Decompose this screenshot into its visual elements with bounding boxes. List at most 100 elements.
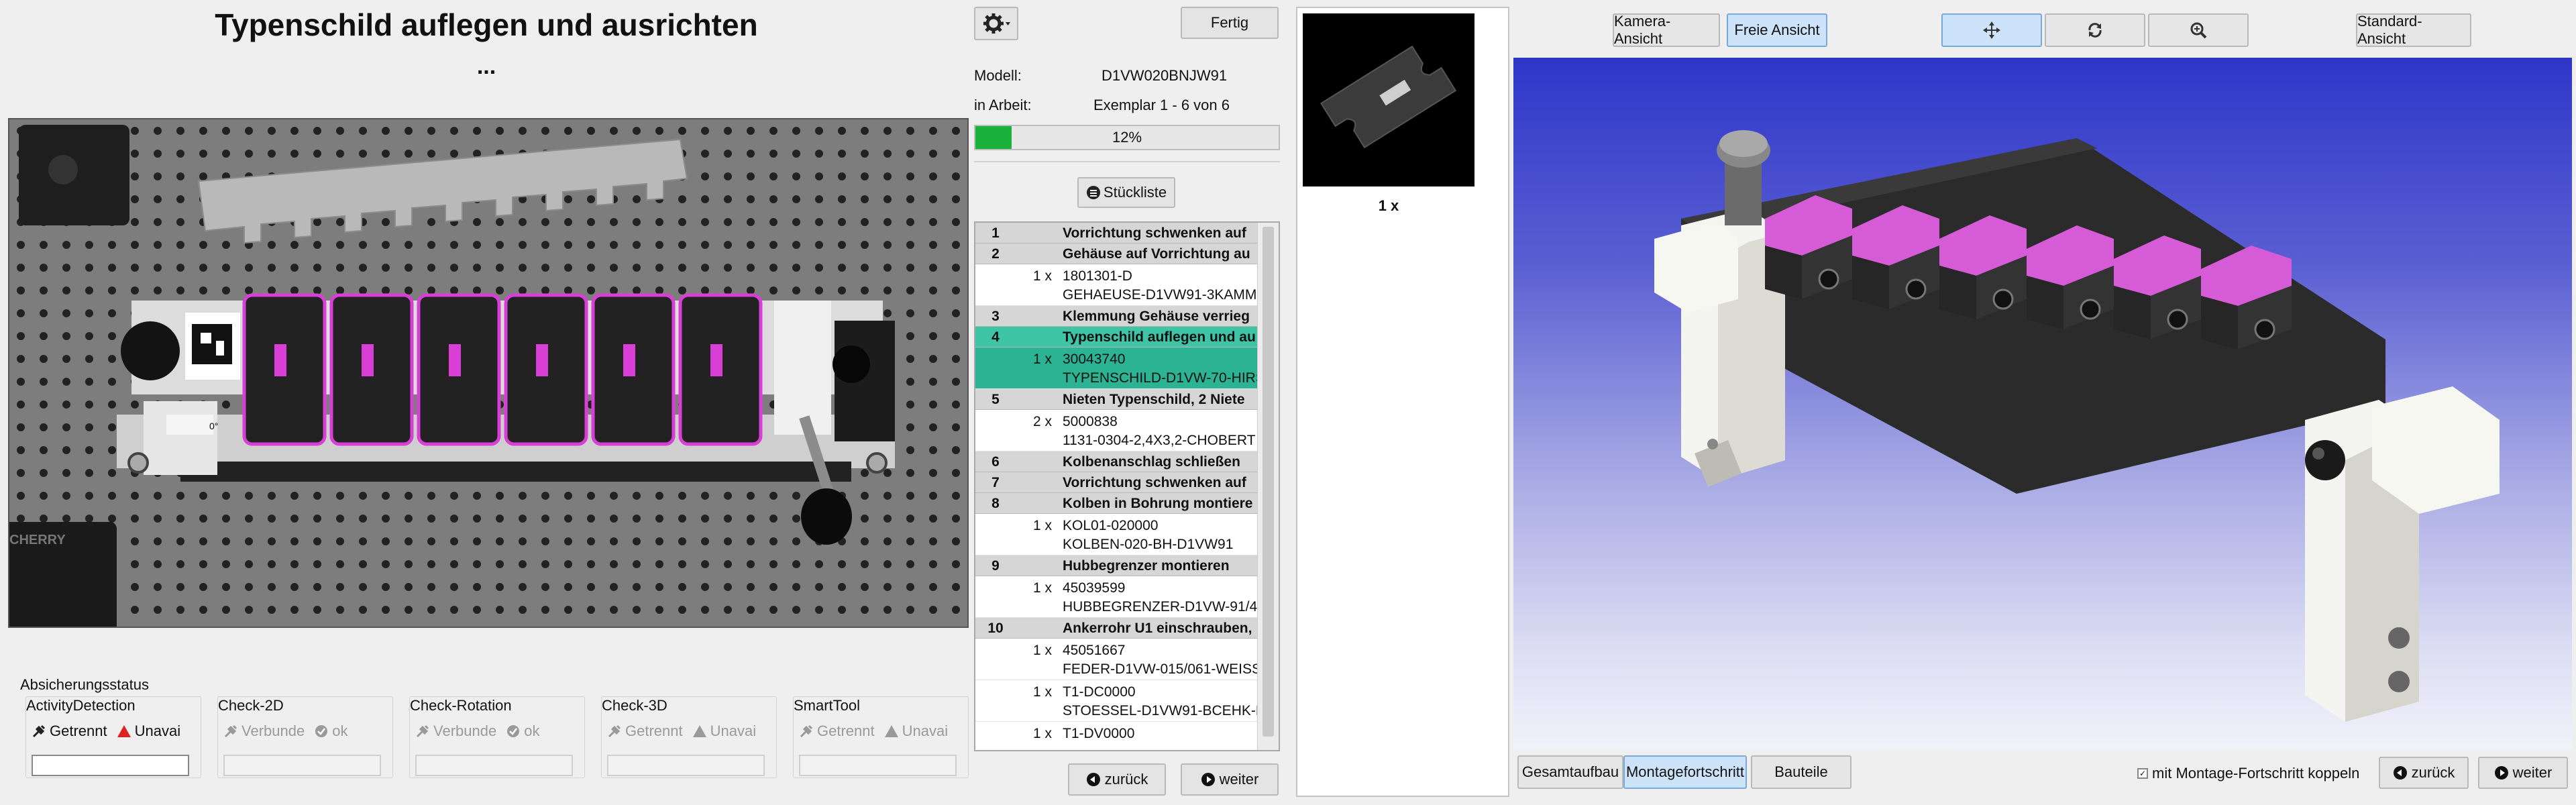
step-title: Klemmung Gehäuse verrieg bbox=[1063, 309, 1250, 324]
step-header[interactable]: 8 Kolben in Bohrung montiere bbox=[975, 493, 1257, 514]
step-part-item[interactable]: 1 x 45039599 HUBBEGRENZER-D1VW-91/4 bbox=[975, 576, 1257, 618]
part-name: 1131-0304-2,4X3,2-CHOBERT bbox=[1063, 433, 1256, 448]
check-input[interactable] bbox=[799, 755, 957, 776]
tab-gesamtaufbau[interactable]: Gesamtaufbau bbox=[1517, 755, 1623, 789]
check-title: Check-2D bbox=[218, 697, 284, 714]
step-title: Kolben in Bohrung montiere bbox=[1063, 496, 1253, 511]
3d-model bbox=[1654, 130, 2500, 722]
step-header[interactable]: 3 Klemmung Gehäuse verrieg bbox=[975, 306, 1257, 327]
step-title: Vorrichtung schwenken auf bbox=[1063, 225, 1246, 241]
step-header[interactable]: 4 Typenschild auflegen und au bbox=[975, 327, 1257, 347]
fertig-button[interactable]: Fertig bbox=[1181, 7, 1279, 39]
check-input[interactable] bbox=[32, 755, 189, 776]
zoom-icon bbox=[2190, 22, 2207, 39]
plug-icon bbox=[608, 724, 621, 738]
check-title: Check-3D bbox=[602, 697, 667, 714]
step-part-item[interactable]: 2 x 5000838 1131-0304-2,4X3,2-CHOBERT bbox=[975, 410, 1257, 451]
step-part-item[interactable]: 1 x KOL01-020000 KOLBEN-020-BH-D1VW91 bbox=[975, 514, 1257, 555]
rotate-tool-button[interactable] bbox=[2045, 13, 2145, 47]
back-button[interactable]: zurück bbox=[1068, 763, 1166, 796]
checkbox-icon[interactable]: ✓ bbox=[2137, 768, 2148, 779]
step-header[interactable]: 1 Vorrichtung schwenken auf bbox=[975, 223, 1257, 244]
step-number: 3 bbox=[991, 309, 1000, 324]
step-number: 7 bbox=[991, 475, 1000, 490]
part-name: TYPENSCHILD-D1VW-70-HIRS bbox=[1063, 370, 1257, 386]
standard-view-button[interactable]: Standard-Ansicht bbox=[2356, 13, 2471, 47]
step-header[interactable]: 6 Kolbenanschlag schließen bbox=[975, 451, 1257, 472]
step-title: Typenschild auflegen und au bbox=[1063, 329, 1256, 345]
zoom-tool-button[interactable] bbox=[2148, 13, 2249, 47]
ok-status: ok bbox=[506, 722, 539, 740]
modell-label: Modell: bbox=[974, 67, 1022, 84]
3d-viewport[interactable] bbox=[1513, 58, 2572, 750]
check-input[interactable] bbox=[415, 755, 573, 776]
step-number: 9 bbox=[991, 558, 1000, 574]
part-number: T1-DC0000 bbox=[1063, 684, 1136, 700]
check-input[interactable] bbox=[607, 755, 765, 776]
settings-button[interactable] bbox=[974, 7, 1018, 40]
connection-status: Verbunde bbox=[415, 722, 496, 740]
check-circle-icon bbox=[507, 725, 520, 737]
arbeit-value: Exemplar 1 - 6 von 6 bbox=[1093, 97, 1230, 113]
viewer-back-button[interactable]: zurück bbox=[2379, 757, 2469, 789]
scroll-thumb[interactable] bbox=[1263, 227, 1274, 737]
step-part-item[interactable]: 1 x 1801301-D GEHAEUSE-D1VW91-3KAMM bbox=[975, 264, 1257, 306]
warning-icon bbox=[692, 725, 706, 737]
camera-view-button[interactable]: Kamera-Ansicht bbox=[1613, 13, 1720, 47]
step-header[interactable]: 7 Vorrichtung schwenken auf bbox=[975, 472, 1257, 493]
keyboard-brand: CHERRY bbox=[9, 533, 66, 547]
couple-label: mit Montage-Fortschritt koppeln bbox=[2152, 765, 2360, 782]
part-number: 5000838 bbox=[1063, 414, 1118, 429]
step-header[interactable]: 2 Gehäuse auf Vorrichtung au bbox=[975, 244, 1257, 264]
camera-scene: 0° CHERRY bbox=[9, 119, 967, 627]
part-number: 45051667 bbox=[1063, 643, 1126, 658]
viewer-next-button[interactable]: weiter bbox=[2478, 757, 2568, 789]
plug-icon bbox=[416, 724, 429, 738]
part-quantity: 1 x bbox=[1033, 268, 1053, 284]
part-number: T1-DV0000 bbox=[1063, 726, 1135, 741]
step-number: 2 bbox=[991, 246, 1000, 262]
part-number: 30043740 bbox=[1063, 352, 1126, 367]
step-header[interactable]: 5 Nieten Typenschild, 2 Niete bbox=[975, 389, 1257, 410]
connection-status: Getrennt bbox=[799, 722, 875, 740]
step-part-item[interactable]: 1 x 30043740 TYPENSCHILD-D1VW-70-HIRS bbox=[975, 347, 1257, 389]
rotate-icon bbox=[2088, 23, 2102, 38]
part-name: STOESSEL-D1VW91-BCEHK-D bbox=[1063, 703, 1257, 718]
stueckliste-button[interactable]: Stückliste bbox=[1077, 177, 1175, 208]
part-number: 1801301-D bbox=[1063, 268, 1132, 284]
modell-value: D1VW020BNJW91 bbox=[1102, 67, 1228, 84]
step-header[interactable]: 9 Hubbegrenzer montieren bbox=[975, 555, 1257, 576]
camera-image: 0° CHERRY bbox=[8, 118, 969, 628]
divider bbox=[974, 161, 1280, 162]
page-title: Typenschild auflegen und ausrichten bbox=[215, 7, 758, 42]
steps-scrollbar[interactable] bbox=[1257, 223, 1279, 750]
couple-checkbox[interactable]: ✓ mit Montage-Fortschritt koppeln bbox=[2137, 765, 2359, 782]
step-part-item[interactable]: 1 x 45051667 FEDER-D1VW-015/061-WEISS bbox=[975, 639, 1257, 680]
step-title: Gehäuse auf Vorrichtung au bbox=[1063, 246, 1250, 262]
step-title: Ankerrohr U1 einschrauben, bbox=[1063, 621, 1252, 636]
tab-bauteile[interactable]: Bauteile bbox=[1751, 755, 1851, 789]
step-header[interactable]: 10 Ankerrohr U1 einschrauben, bbox=[975, 618, 1257, 639]
availability-status: Unavai bbox=[117, 722, 180, 740]
check-input[interactable] bbox=[223, 755, 381, 776]
steps-list[interactable]: 1 Vorrichtung schwenken auf 2 Gehäuse auf V… bbox=[974, 221, 1280, 751]
step-title: Kolbenanschlag schließen bbox=[1063, 454, 1240, 470]
step-number: 1 bbox=[991, 225, 1000, 241]
step-number: 10 bbox=[987, 621, 1004, 636]
arbeit-label: in Arbeit: bbox=[974, 97, 1032, 113]
step-part-item[interactable]: 1 x T1-DC0000 STOESSEL-D1VW91-BCEHK-D bbox=[975, 680, 1257, 722]
part-quantity: 2 x bbox=[1033, 414, 1053, 429]
part-quantity: 1 x bbox=[1033, 580, 1053, 596]
next-button[interactable]: weiter bbox=[1181, 763, 1279, 796]
free-view-button[interactable]: Freie Ansicht bbox=[1727, 13, 1827, 47]
step-part-item[interactable]: 1 x T1-DV0000 bbox=[975, 722, 1257, 750]
check-3d: Check-3D Getrennt Unavai bbox=[601, 696, 777, 778]
availability-status: Unavai bbox=[692, 722, 756, 740]
tab-montagefortschritt[interactable]: Montagefortschritt bbox=[1623, 755, 1747, 789]
part-quantity: 1 x bbox=[1033, 684, 1053, 700]
nameplate-image bbox=[1303, 13, 1474, 186]
part-preview: 1 x bbox=[1296, 7, 1509, 797]
part-quantity: 1 x bbox=[1033, 726, 1053, 741]
progress-bar: 12% bbox=[974, 125, 1280, 150]
move-tool-button[interactable] bbox=[1941, 13, 2042, 47]
